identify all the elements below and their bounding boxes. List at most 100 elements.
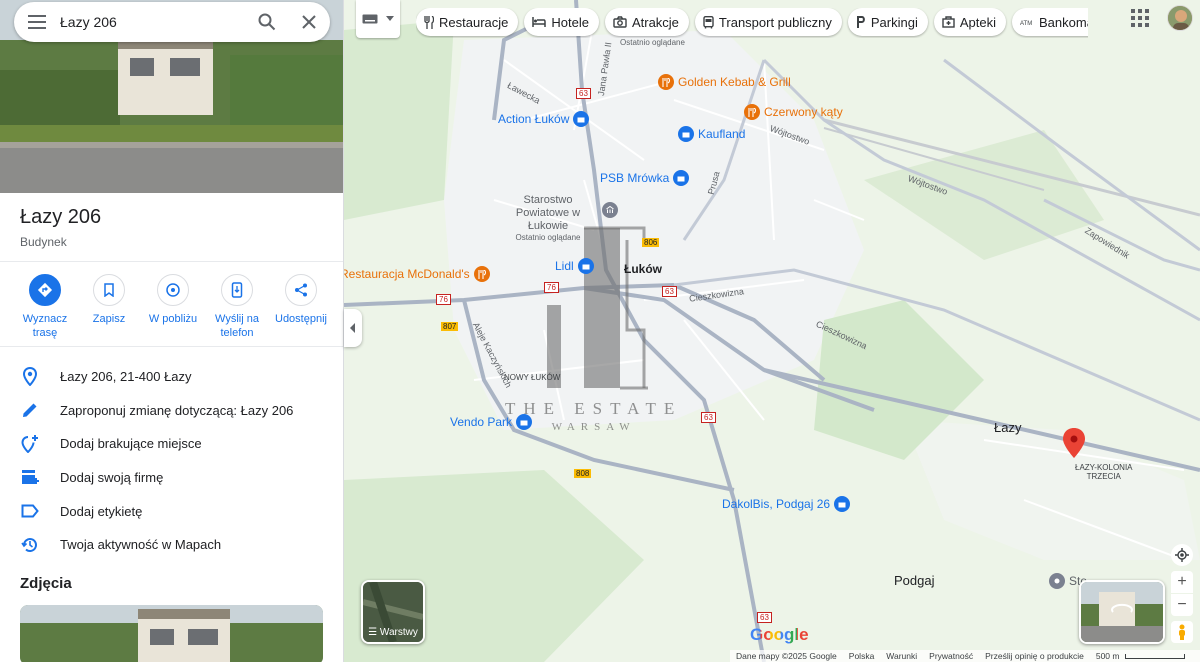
- chip-label: Atrakcje: [631, 14, 679, 30]
- directions-button[interactable]: Wyznacz trasę: [14, 274, 76, 340]
- save-button[interactable]: Zapisz: [78, 274, 140, 340]
- poi-czerwony-katy[interactable]: Czerwony kąty: [744, 104, 843, 120]
- chip-pharmacies[interactable]: Apteki: [933, 8, 1006, 36]
- chip-label: Hotele: [551, 14, 589, 30]
- nearby-icon: [157, 274, 189, 306]
- google-apps-button[interactable]: [1128, 6, 1152, 30]
- restaurant-icon: [744, 104, 760, 120]
- recent-label: Ostatnio oglądane: [620, 38, 685, 47]
- layers-label: ☰ Warstwy: [363, 627, 423, 638]
- camera-icon: [613, 16, 627, 28]
- government-building-icon: [602, 202, 618, 218]
- road-number: 63: [701, 412, 716, 423]
- add-missing-place-text: Dodaj brakujące miejsce: [60, 436, 202, 452]
- road-number: 63: [757, 612, 772, 623]
- poi-label: Czerwony kąty: [764, 105, 843, 119]
- poi-dakolbis[interactable]: DakolBis, Podgaj 26: [722, 496, 851, 512]
- road-number: 63: [576, 88, 591, 99]
- maps-activity-row[interactable]: Twoja aktywność w Mapach: [0, 528, 343, 562]
- zoom-in-button[interactable]: +: [1171, 571, 1193, 593]
- close-icon[interactable]: [288, 2, 330, 42]
- add-missing-place-row[interactable]: Dodaj brakujące miejsce: [0, 427, 343, 461]
- feedback-link[interactable]: Prześlij opinię o produkcie: [985, 651, 1084, 661]
- keyboard-icon: [362, 14, 378, 24]
- shopping-bag-icon: [577, 258, 594, 274]
- send-to-phone-icon: [221, 274, 253, 306]
- search-box[interactable]: Łazy 206: [14, 2, 330, 42]
- country-link[interactable]: Polska: [849, 651, 875, 661]
- zoom-out-button[interactable]: −: [1171, 594, 1193, 616]
- svg-text:ATM: ATM: [1020, 21, 1032, 26]
- atm-icon: ATM: [1020, 18, 1034, 26]
- add-label-text: Dodaj etykietę: [60, 503, 143, 519]
- chevron-left-icon: [350, 323, 355, 333]
- map-canvas[interactable]: 63 806 76 76 807 63 808 63 63 Ławecka Ja…: [344, 0, 1200, 662]
- pegman-button[interactable]: [1171, 621, 1193, 643]
- my-location-button[interactable]: [1171, 544, 1193, 566]
- poi-psb-mrowka[interactable]: PSB Mrówka: [600, 170, 690, 186]
- input-tools-button[interactable]: [356, 0, 400, 38]
- poi-lidl[interactable]: Lidl: [555, 258, 594, 274]
- poi-label: DakolBis, Podgaj 26: [722, 497, 831, 511]
- poi-action[interactable]: Action Łuków: [498, 111, 590, 127]
- menu-icon[interactable]: [14, 2, 60, 42]
- town-label: Łuków: [624, 262, 662, 276]
- add-label-row[interactable]: Dodaj etykietę: [0, 494, 343, 528]
- poi-mcdonalds[interactable]: Restauracja McDonald's: [344, 266, 490, 282]
- chip-parking[interactable]: Parkingi: [847, 8, 928, 36]
- chip-public-transport[interactable]: Transport publiczny: [694, 8, 842, 36]
- chip-atms[interactable]: ATM Bankomaty: [1012, 8, 1088, 36]
- info-list: Łazy 206, 21-400 Łazy Zaproponuj zmianę …: [0, 360, 343, 562]
- shopping-bag-icon: [834, 496, 851, 512]
- share-button[interactable]: Udostępnij: [270, 274, 332, 340]
- poi-kaufland[interactable]: Kaufland: [678, 126, 745, 142]
- shopping-bag-icon: [673, 170, 690, 186]
- street-view-preview[interactable]: [1079, 580, 1165, 644]
- collapse-panel-button[interactable]: [344, 309, 362, 347]
- poi-label: Kaufland: [698, 127, 746, 141]
- shopping-bag-icon: [678, 126, 694, 142]
- map-data-text: Dane mapy ©2025 Google: [736, 651, 837, 661]
- poi-starostwo[interactable]: Starostwo Powiatowe w Łukowie Ostatnio o…: [498, 194, 618, 242]
- bed-icon: [532, 17, 547, 27]
- google-logo-text: Google: [750, 625, 809, 644]
- suggest-edit-row[interactable]: Zaproponuj zmianę dotyczącą: Łazy 206: [0, 394, 343, 428]
- nearby-button[interactable]: W pobliżu: [142, 274, 204, 340]
- add-business-row[interactable]: Dodaj swoją firmę: [0, 461, 343, 495]
- place-panel: Łazy 206 Łazy 206 Budynek Wyznacz trasę …: [0, 0, 344, 662]
- action-buttons: Wyznacz trasę Zapisz W pobliżu Wyślij na…: [14, 274, 332, 340]
- watermark-line2: WARSAW: [551, 421, 636, 433]
- scale-label[interactable]: 500 m: [1096, 651, 1120, 661]
- place-title: Łazy 206: [20, 206, 102, 228]
- send-to-phone-button[interactable]: Wyślij na telefon: [206, 274, 268, 340]
- street-view-image: [1081, 582, 1163, 642]
- layers-button[interactable]: ☰ Warstwy: [361, 580, 425, 644]
- poi-golden-kebab[interactable]: Golden Kebab & Grill: [658, 74, 791, 90]
- edit-pencil-icon: [20, 400, 40, 420]
- maps-activity-text: Twoja aktywność w Mapach: [60, 537, 222, 553]
- pharmacy-icon: [942, 16, 955, 28]
- place-hero-photo[interactable]: Łazy 206: [0, 0, 343, 193]
- fork-knife-icon: [424, 15, 434, 29]
- suggest-edit-text: Zaproponuj zmianę dotyczącą: Łazy 206: [60, 402, 294, 418]
- search-input[interactable]: Łazy 206: [60, 14, 246, 30]
- scale-bar: [1125, 653, 1186, 659]
- address-row[interactable]: Łazy 206, 21-400 Łazy: [0, 360, 343, 394]
- photo-thumbnail[interactable]: [20, 605, 323, 662]
- label-icon: [20, 501, 40, 521]
- terms-link[interactable]: Warunki: [886, 651, 917, 661]
- privacy-link[interactable]: Prywatność: [929, 651, 973, 661]
- nearby-label: W pobliżu: [148, 313, 198, 325]
- chip-attractions[interactable]: Atrakcje: [604, 8, 689, 36]
- avatar[interactable]: [1167, 5, 1193, 31]
- place-icon: [1049, 573, 1065, 589]
- poi-label: Golden Kebab & Grill: [678, 75, 791, 89]
- village-label: Podgaj: [894, 573, 935, 588]
- shopping-bag-icon: [573, 111, 590, 127]
- category-chips: Restauracje Hotele Atrakcje Transport pu…: [416, 8, 1088, 38]
- chip-restaurants[interactable]: Restauracje: [416, 8, 519, 36]
- road-number: 63: [662, 286, 677, 297]
- search-icon[interactable]: [246, 2, 288, 42]
- chip-hotels[interactable]: Hotele: [524, 8, 599, 36]
- divider: [0, 346, 343, 347]
